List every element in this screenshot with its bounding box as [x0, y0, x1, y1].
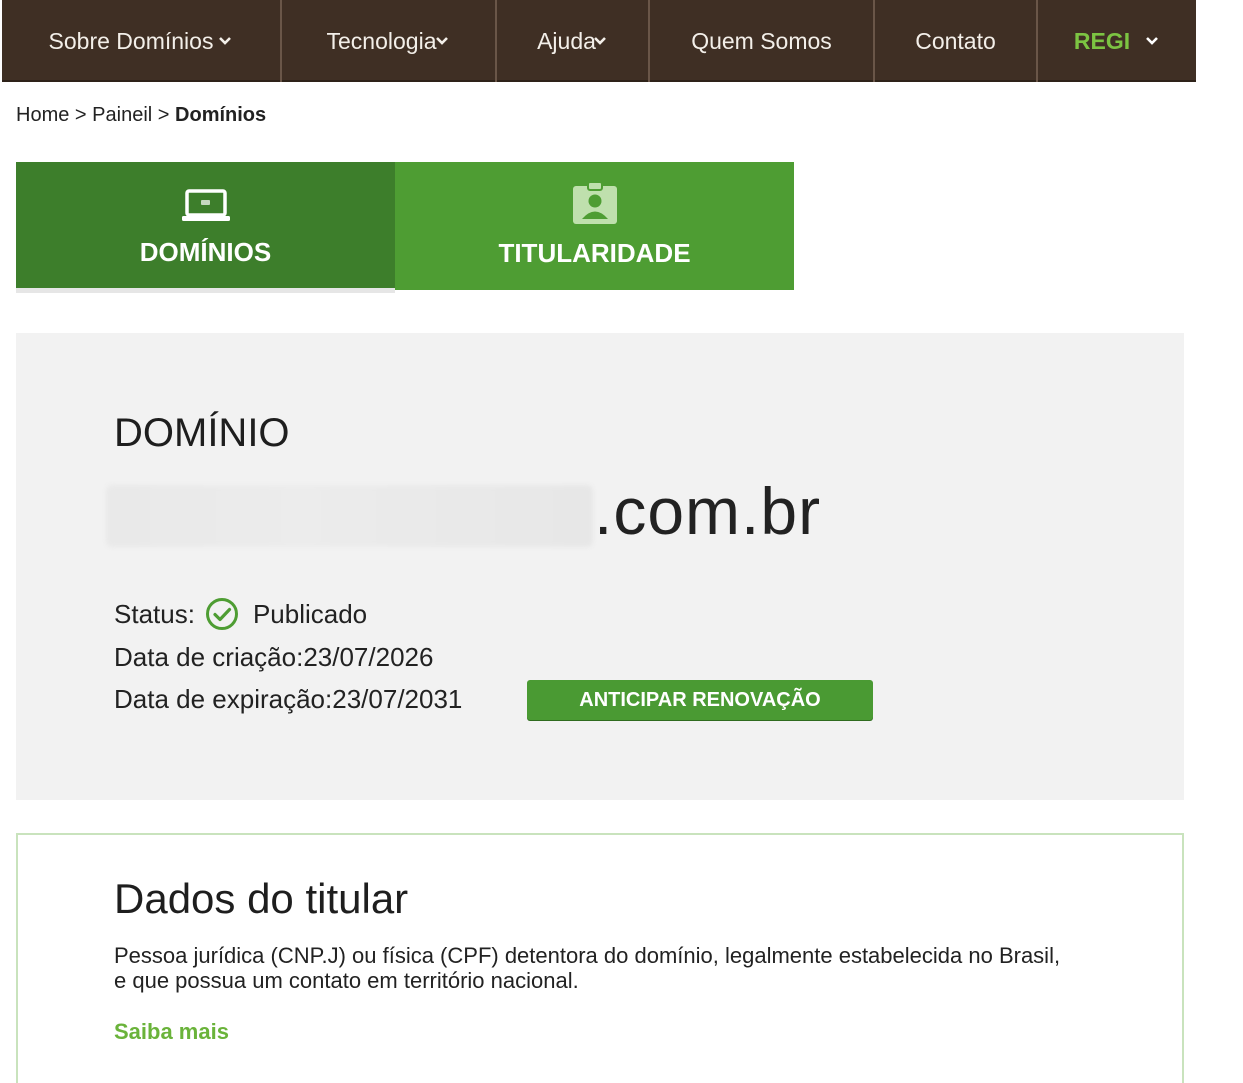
- domain-card: DOMÍNIO .com.br Status: Publicado Data d…: [16, 333, 1184, 800]
- expires-row: Data de expiração: 23/07/2031: [114, 684, 462, 715]
- breadcrumb-home[interactable]: Home: [16, 104, 69, 126]
- expires-value: 23/07/2031: [332, 684, 463, 714]
- anticipate-renewal-button[interactable]: ANTICIPAR RENOVAÇÃO: [527, 680, 873, 720]
- created-value: 23/07/2026: [303, 642, 434, 672]
- id-badge-icon: [572, 181, 617, 224]
- holder-title: Dados do titular: [114, 875, 409, 922]
- holder-card: Dados do titular Pessoa jurídica (CNP.J)…: [16, 833, 1184, 1083]
- nav-label: Quem Somos: [691, 27, 832, 54]
- created-row: Data de criação: 23/07/2026: [114, 642, 433, 673]
- chevron-down-icon: [593, 37, 606, 45]
- nav-label: REGI: [1073, 27, 1131, 54]
- status-row: Status: Publicado: [114, 597, 367, 631]
- domain-heading: DOMÍNIO: [114, 411, 290, 455]
- breadcrumb: Home > Paineil > Domínios: [16, 104, 266, 127]
- breadcrumb-current: Domínios: [175, 104, 267, 126]
- nav-registro[interactable]: REGI: [1038, 0, 1196, 82]
- chevron-down-icon: [1146, 37, 1159, 45]
- breadcrumb-panel[interactable]: Paineil: [92, 104, 152, 126]
- created-label: Data de criação:: [114, 642, 304, 672]
- nav-quem-somos[interactable]: Quem Somos: [650, 0, 875, 82]
- chevron-down-icon: [436, 37, 449, 45]
- laptop-icon: [181, 188, 230, 221]
- nav-label: Sobre Domínios: [48, 27, 214, 54]
- nav-contato[interactable]: Contato: [875, 0, 1038, 82]
- redacted-domain-name: [106, 485, 593, 547]
- section-tabs: DOMÍNIOS TITULARIDADE: [16, 162, 794, 293]
- nav-label: Tecnologia: [326, 27, 437, 54]
- domain-tld: .com.br: [594, 474, 822, 548]
- learn-more-link[interactable]: Saiba mais: [114, 1019, 229, 1045]
- breadcrumb-separator: >: [157, 104, 170, 126]
- check-circle-icon: [205, 598, 238, 630]
- holder-description: Pessoa jurídica (CNP.J) ou física (CPF) …: [114, 943, 1061, 993]
- nav-ajuda[interactable]: Ajuda: [497, 0, 650, 82]
- chevron-down-icon: [219, 37, 232, 45]
- top-nav: Sobre Domínios Tecnologia Ajuda Quem Som…: [2, 0, 1196, 82]
- nav-tecnologia[interactable]: Tecnologia: [282, 0, 497, 82]
- tab-label: TITULARIDADE: [498, 237, 691, 268]
- status-value: Publicado: [252, 598, 368, 629]
- nav-sobre-dominios[interactable]: Sobre Domínios: [2, 0, 282, 82]
- nav-label: Ajuda: [537, 27, 596, 54]
- nav-label: Contato: [915, 27, 996, 54]
- status-label: Status:: [114, 598, 195, 629]
- tab-label: DOMÍNIOS: [139, 236, 272, 267]
- tab-titularidade[interactable]: TITULARIDADE: [395, 162, 794, 290]
- breadcrumb-separator: >: [74, 104, 87, 126]
- expires-label: Data de expiração:: [114, 684, 333, 714]
- tab-dominios[interactable]: DOMÍNIOS: [16, 162, 395, 293]
